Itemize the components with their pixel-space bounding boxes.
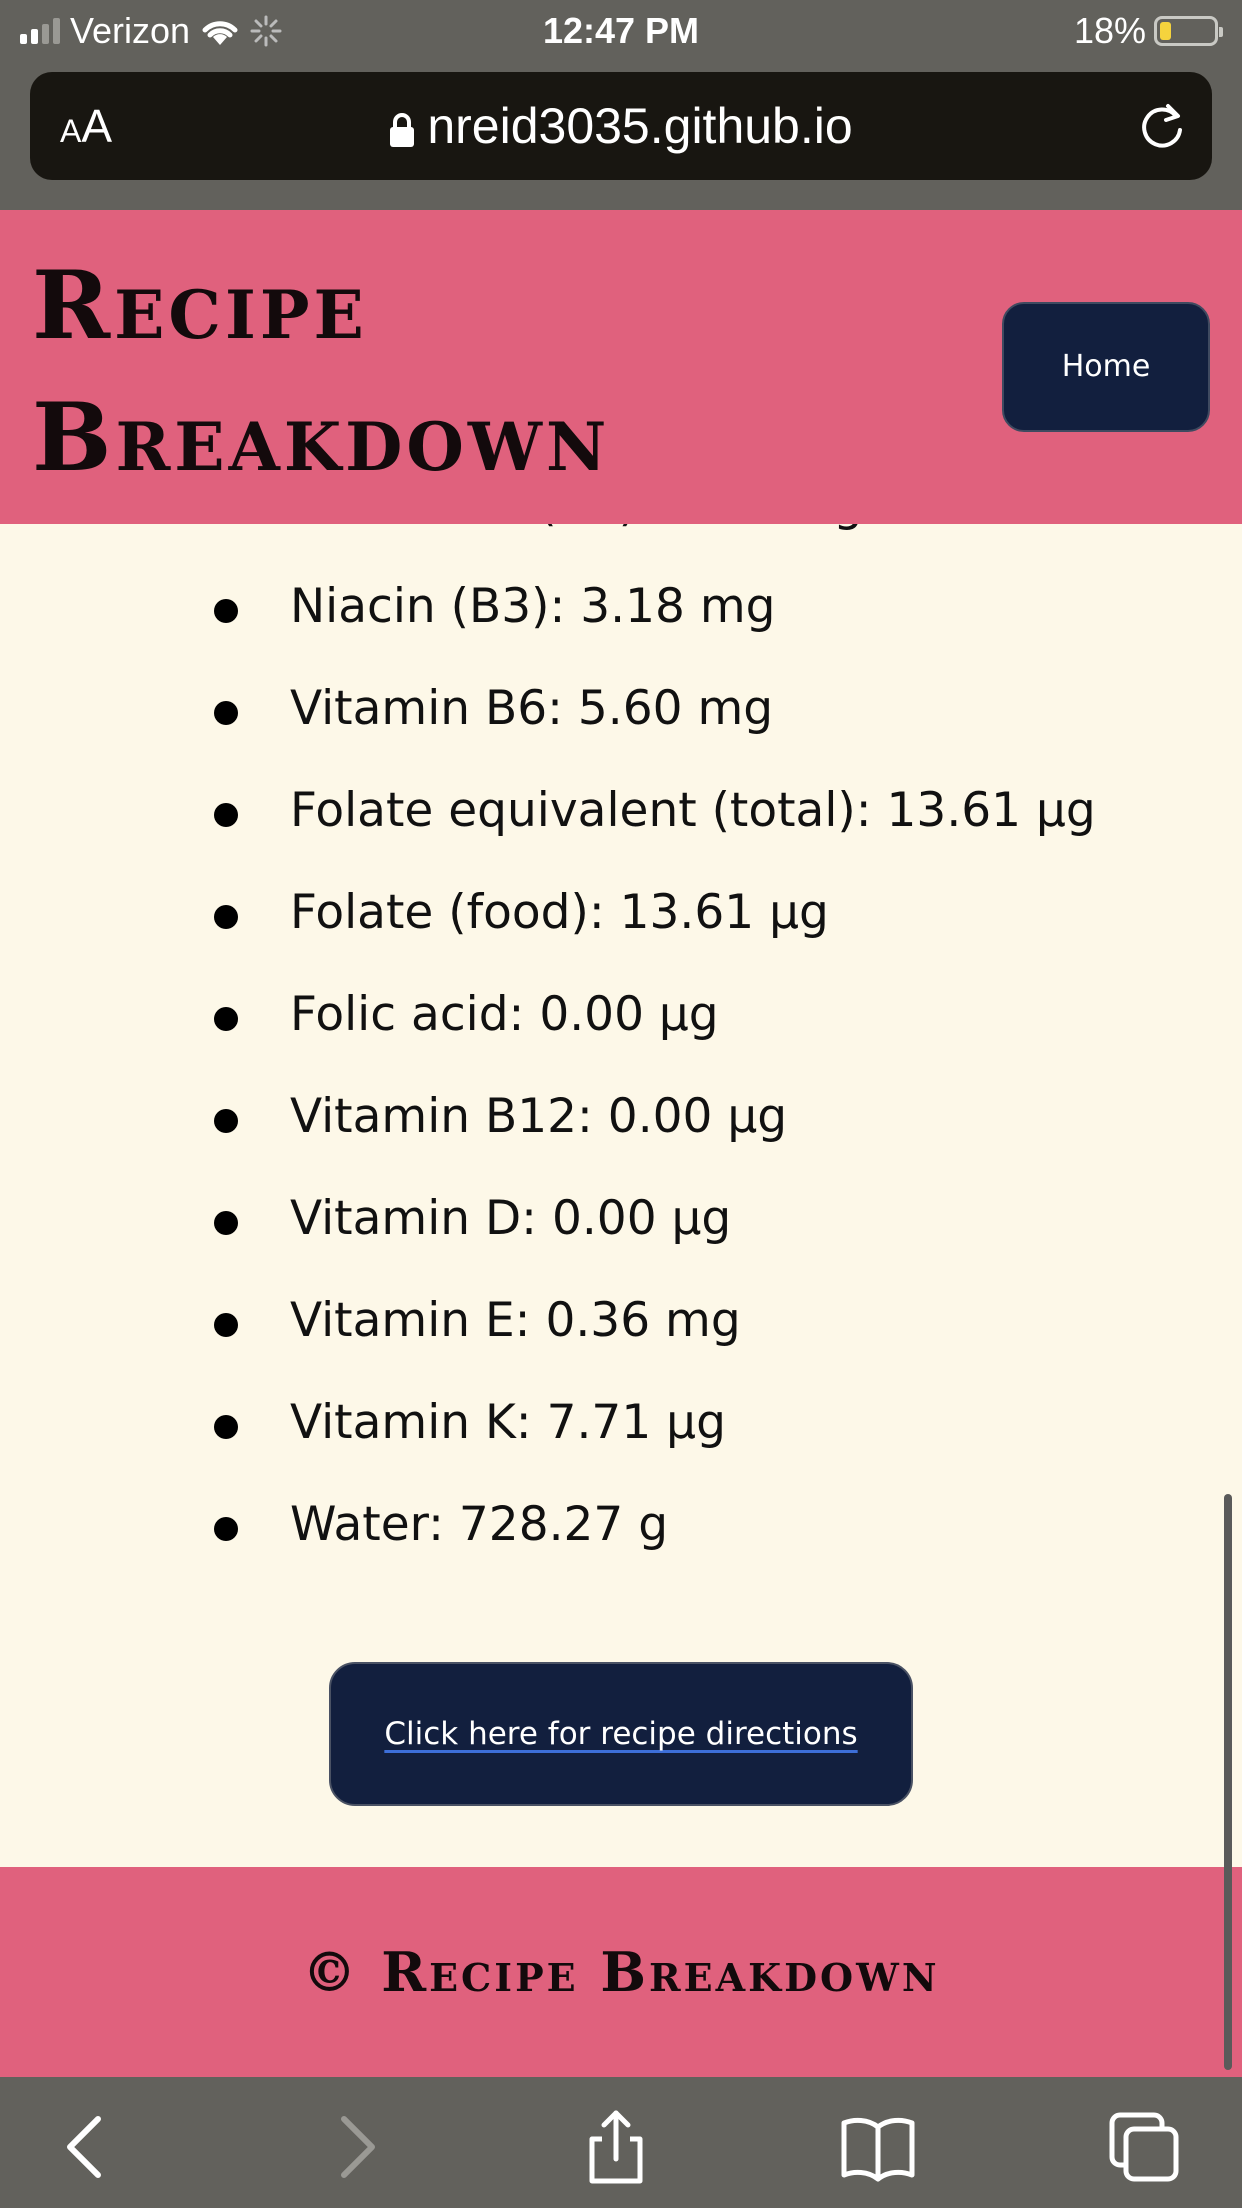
nutrient-text: Folate equivalent (total): 13.61 µg	[290, 783, 1096, 838]
forward-icon[interactable]	[316, 2107, 396, 2187]
nutrient-text: Vitamin K: 7.71 µg	[290, 1395, 726, 1450]
nutrient-item: Water: 728.27 g	[0, 1474, 1242, 1576]
status-right: 18%	[1073, 8, 1223, 54]
site-footer: © Recipe Breakdown	[0, 1867, 1242, 2077]
nutrient-text: Vitamin B12: 0.00 µg	[290, 1089, 788, 1144]
nutrient-text: Vitamin E: 0.36 mg	[290, 1293, 741, 1348]
lock-icon	[390, 112, 415, 147]
page-scrollbar[interactable]	[1224, 1494, 1232, 2070]
reload-icon[interactable]	[1136, 100, 1188, 152]
main-content: Riboflavin (B2): 0.30 mg Niacin (B3): 3.1…	[0, 524, 1242, 1867]
nutrient-text: Folic acid: 0.00 µg	[290, 987, 719, 1042]
nutrient-list: Riboflavin (B2): 0.30 mg Niacin (B3): 3.1…	[0, 524, 1242, 1576]
bullet-icon	[214, 905, 238, 929]
back-icon[interactable]	[46, 2107, 126, 2187]
bullet-icon	[214, 701, 238, 725]
nutrient-text: Water: 728.27 g	[290, 1497, 669, 1552]
nutrient-text: Vitamin B6: 5.60 mg	[290, 681, 774, 736]
nutrient-item: Vitamin D: 0.00 µg	[0, 1168, 1242, 1270]
site-title: Recipe Breakdown	[32, 240, 610, 504]
footer-copyright: © Recipe Breakdown	[302, 1940, 940, 2004]
nutrient-item: Folic acid: 0.00 µg	[0, 964, 1242, 1066]
site-header: Recipe Breakdown Home	[0, 210, 1242, 524]
bullet-icon	[214, 803, 238, 827]
browser-toolbar	[0, 2077, 1242, 2208]
nutrient-item: Vitamin B12: 0.00 µg	[0, 1066, 1242, 1168]
bullet-icon	[214, 1415, 238, 1439]
share-icon[interactable]	[576, 2107, 656, 2187]
nutrient-text: Vitamin D: 0.00 µg	[290, 1191, 732, 1246]
nutrient-item: Folate equivalent (total): 13.61 µg	[0, 760, 1242, 862]
bullet-icon	[214, 1109, 238, 1133]
bullet-icon	[214, 1517, 238, 1541]
battery-icon	[1154, 16, 1223, 46]
recipe-directions-link[interactable]: Click here for recipe directions	[384, 1716, 857, 1752]
nutrient-text: Niacin (B3): 3.18 mg	[290, 579, 776, 634]
status-bar: Verizon 12:47 PM 18%	[0, 0, 1242, 62]
bullet-icon	[214, 599, 238, 623]
bullet-icon	[214, 1313, 238, 1337]
site-title-line1: Recipe	[32, 251, 368, 361]
nutrient-item: Vitamin K: 7.71 µg	[0, 1372, 1242, 1474]
battery-level	[1160, 22, 1171, 40]
address-bar[interactable]: AA nreid3035.github.io	[30, 72, 1212, 180]
nutrient-item: Folate (food): 13.61 µg	[0, 862, 1242, 964]
url-text: nreid3035.github.io	[427, 98, 853, 154]
bullet-icon	[214, 1211, 238, 1235]
clock: 12:47 PM	[542, 10, 700, 51]
recipe-directions-button[interactable]: Click here for recipe directions	[329, 1662, 913, 1806]
nutrient-text: Folate (food): 13.61 µg	[290, 885, 829, 940]
url-field[interactable]: nreid3035.github.io	[30, 72, 1212, 180]
nutrient-item: Niacin (B3): 3.18 mg	[0, 556, 1242, 658]
nutrient-item: Riboflavin (B2): 0.30 mg	[0, 524, 1242, 556]
browser-top-bar: AA nreid3035.github.io	[0, 62, 1242, 210]
tabs-icon[interactable]	[1104, 2107, 1184, 2187]
nutrient-text: Riboflavin (B2): 0.30 mg	[290, 524, 863, 532]
home-button[interactable]: Home	[1002, 302, 1210, 432]
site-title-line2: Breakdown	[32, 383, 611, 493]
battery-percent: 18%	[1073, 10, 1146, 51]
bullet-icon	[214, 1007, 238, 1031]
nutrient-item: Vitamin E: 0.36 mg	[0, 1270, 1242, 1372]
nutrient-item: Vitamin B6: 5.60 mg	[0, 658, 1242, 760]
bookmarks-icon[interactable]	[838, 2107, 918, 2187]
